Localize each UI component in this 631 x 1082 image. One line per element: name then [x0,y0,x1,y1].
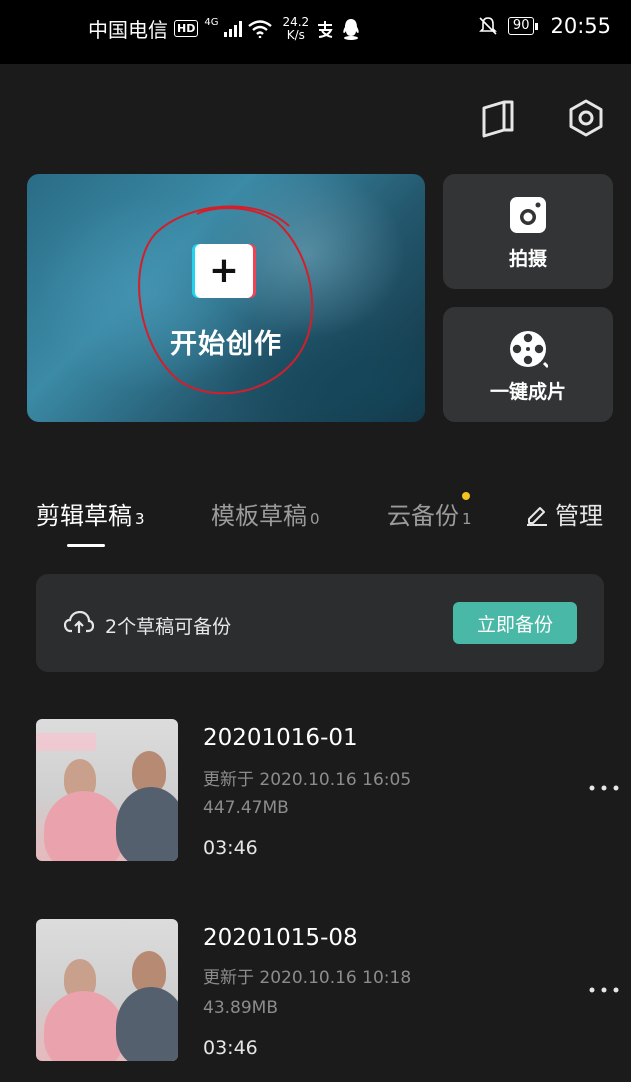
backup-now-button[interactable]: 立即备份 [453,602,577,644]
tab-cloud-backup[interactable]: 云备份 1 [387,496,472,531]
draft-duration: 03:46 [203,837,258,859]
draft-title: 20201016-01 [203,725,358,751]
status-right: 90 20:55 [478,14,611,38]
status-bar: 中国电信 HD 4G 24.2 K/s 90 20:55 [0,0,631,64]
draft-updated: 更新于 2020.10.16 16:05 [203,770,412,790]
tab-template-drafts[interactable]: 模板草稿 0 [211,496,320,531]
camera-card[interactable]: 拍摄 [443,174,613,289]
tab-edit-drafts[interactable]: 剪辑草稿 3 [36,496,145,531]
draft-title: 20201015-08 [203,925,358,951]
tab-count: 1 [462,510,472,528]
tab-count: 0 [310,510,320,528]
draft-size: 447.47MB [203,798,289,818]
alipay-icon [318,20,333,38]
status-left: 中国电信 HD 4G 24.2 K/s [88,14,361,43]
hand-drawn-circle [138,205,314,395]
start-creating-label: 开始创作 [170,329,282,360]
tab-label: 剪辑草稿 [36,502,132,530]
draft-updated: 更新于 2020.10.16 10:18 [203,968,412,988]
book-icon[interactable] [478,98,518,138]
manage-button[interactable]: 管理 [525,496,603,531]
signal-icon [224,20,243,37]
edit-icon [527,506,547,526]
draft-item[interactable]: 20201015-08 更新于 2020.10.16 10:18 43.89MB… [0,919,631,1061]
clock: 20:55 [550,14,611,38]
draft-thumbnail[interactable] [36,719,178,861]
plus-icon: + [208,250,240,291]
more-icon[interactable] [588,783,624,793]
battery-indicator: 90 [507,17,538,35]
draft-size: 43.89MB [203,998,278,1018]
start-creating-card[interactable]: + 开始创作 [27,174,425,422]
cloud-upload-icon [64,611,94,633]
draft-item[interactable]: 20201016-01 更新于 2020.10.16 16:05 447.47M… [0,719,631,861]
carrier-name: 中国电信 [88,18,168,42]
one-click-video-card[interactable]: 一键成片 [443,307,613,422]
more-icon[interactable] [588,985,624,995]
network-speed: 24.2 K/s [282,14,310,42]
tab-count: 3 [135,510,145,528]
bell-muted-icon [478,17,497,35]
draft-duration: 03:46 [203,1037,258,1059]
hd-badge: HD [174,20,199,37]
manage-label: 管理 [555,502,603,530]
notification-dot [462,492,470,500]
camera-icon [510,197,546,233]
backup-message: 2个草稿可备份 [105,616,232,638]
wifi-icon [248,19,273,38]
draft-thumbnail[interactable] [36,919,178,1061]
settings-hex-icon[interactable] [566,98,606,138]
add-button[interactable]: + [195,244,253,298]
tab-label: 模板草稿 [211,502,307,530]
tab-label: 云备份 [387,502,459,530]
camera-label: 拍摄 [508,248,547,270]
speed-unit: K/s [286,27,305,42]
active-tab-indicator [67,544,105,547]
speed-value: 24.2 [282,14,310,29]
backup-banner: 2个草稿可备份 立即备份 [36,574,604,672]
network-type: 4G [204,17,219,28]
one-click-video-label: 一键成片 [489,381,566,403]
film-reel-icon [510,331,548,369]
qq-icon [343,18,359,40]
